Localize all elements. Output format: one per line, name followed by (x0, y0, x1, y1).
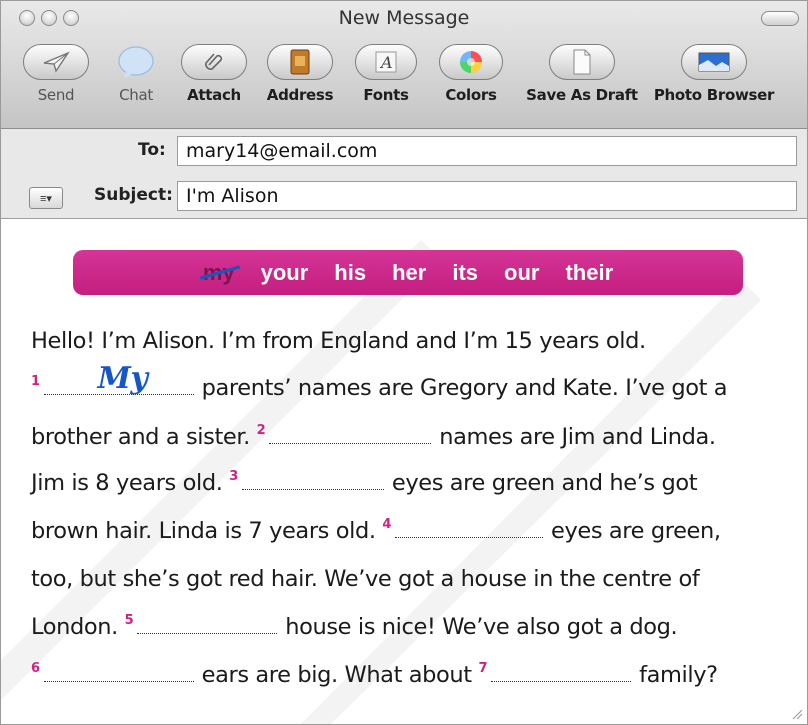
word-choice-box: my your his her its our their (73, 250, 743, 295)
to-label: To: (138, 140, 166, 160)
gap-number: 3 (229, 469, 238, 484)
save-as-draft-label: Save As Draft (526, 86, 638, 104)
window-title: New Message (338, 7, 470, 29)
message-body[interactable]: my your his her its our their Hello! I’m… (1, 220, 807, 724)
gap-4-blank[interactable] (395, 520, 544, 538)
window-chrome: New Message Send Chat Attach Address A F… (1, 1, 807, 129)
gap-3-blank[interactable] (241, 472, 384, 490)
gap-5-blank[interactable] (137, 616, 278, 634)
chat-button[interactable]: Chat (113, 44, 159, 104)
save-as-draft-button[interactable]: Save As Draft (521, 44, 643, 104)
attach-label: Attach (187, 86, 241, 104)
message-header: To: mary14@email.com ≡▾ Subject: I'm Ali… (1, 129, 807, 219)
colors-label: Colors (445, 86, 497, 104)
to-field[interactable]: mary14@email.com (177, 136, 797, 166)
word-his: his (334, 259, 367, 285)
subject-field[interactable]: I'm Alison (177, 181, 797, 211)
gap-7-blank[interactable] (491, 664, 632, 682)
word-our: our (504, 259, 540, 285)
gap-number: 6 (31, 661, 40, 676)
body-line-5: brown hair. Linda is 7 years old. 4 eyes … (31, 517, 721, 544)
address-book-icon (290, 49, 310, 75)
toolbar-toggle-button[interactable] (761, 11, 799, 26)
paperclip-icon (205, 53, 223, 70)
header-options-menu-button[interactable]: ≡▾ (29, 187, 63, 209)
paper-plane-icon (43, 51, 70, 73)
word-its: its (452, 259, 479, 285)
send-button[interactable]: Send (21, 44, 91, 104)
body-line-1: Hello! I’m Alison. I’m from England and … (31, 328, 646, 354)
body-line-4: Jim is 8 years old. 3 eyes are green and … (31, 469, 698, 496)
gap-1-blank[interactable]: My (43, 361, 194, 396)
body-line-2: 1 My parents’ names are Gregory and Kate. … (31, 361, 728, 401)
toolbar: Send Chat Attach Address A Fonts Colors … (1, 44, 807, 124)
body-line-3: brother and a sister. 2 names are Jim and… (31, 423, 716, 450)
body-line-6: too, but she’s got red hair. We’ve got a… (31, 566, 700, 592)
handwritten-answer: My (97, 361, 148, 396)
mail-compose-window: New Message Send Chat Attach Address A F… (0, 0, 808, 725)
word-her: her (392, 259, 427, 285)
address-label: Address (266, 86, 334, 104)
gap-number: 1 (31, 374, 40, 389)
chat-label: Chat (119, 86, 153, 104)
photo-browser-button[interactable]: Photo Browser (649, 44, 779, 104)
gap-2-blank[interactable] (269, 426, 432, 444)
document-icon (573, 49, 591, 75)
gap-number: 5 (124, 613, 134, 628)
send-label: Send (37, 86, 75, 104)
font-icon: A (375, 51, 397, 73)
body-line-8: 6 ears are big. What about 7 family? (31, 661, 718, 688)
body-line-7: London. 5 house is nice! We’ve also got a… (31, 613, 678, 640)
colors-button[interactable]: Colors (437, 44, 505, 104)
gap-number: 2 (256, 423, 266, 438)
word-your: your (260, 259, 309, 285)
address-button[interactable]: Address (265, 44, 335, 104)
fonts-button[interactable]: A Fonts (353, 44, 419, 104)
subject-label: Subject: (94, 185, 173, 205)
speech-bubble-icon (118, 46, 154, 78)
gap-number: 7 (478, 661, 488, 676)
svg-text:A: A (379, 53, 393, 72)
word-their: their (565, 259, 614, 285)
resize-grip-icon[interactable] (791, 708, 803, 720)
photo-browser-label: Photo Browser (653, 86, 775, 104)
gap-6-blank[interactable] (43, 664, 194, 682)
word-my: my (199, 260, 241, 286)
fonts-label: Fonts (363, 86, 409, 104)
color-wheel-icon (460, 51, 482, 73)
photo-icon (698, 52, 730, 72)
gap-number: 4 (382, 517, 392, 532)
attach-button[interactable]: Attach (179, 44, 249, 104)
